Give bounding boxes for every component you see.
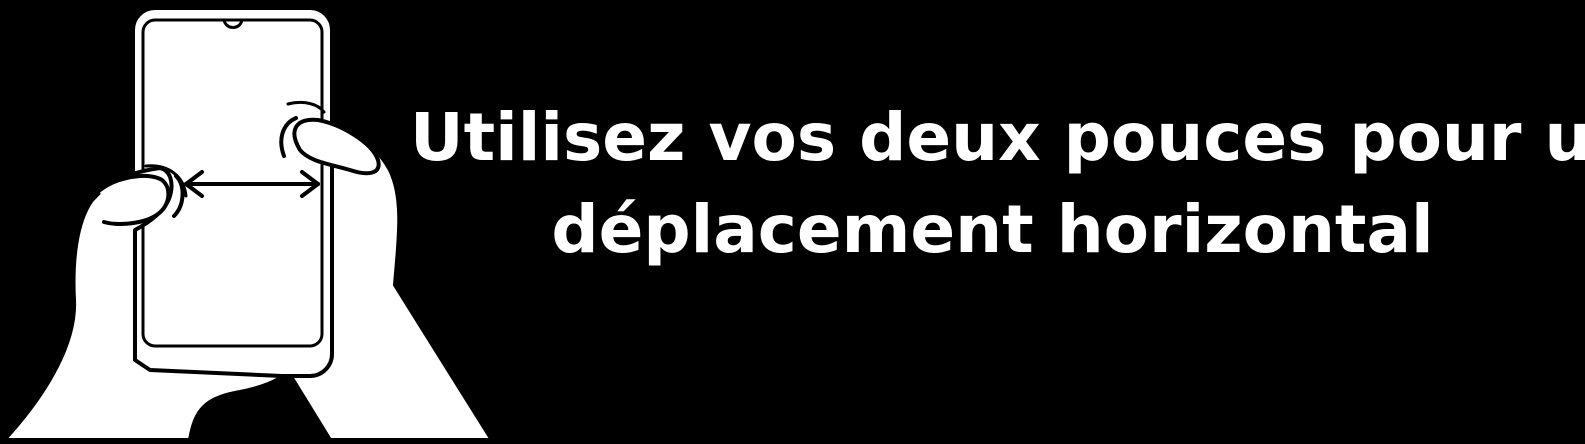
caption-line-1: Utilisez vos deux pouces pour un	[410, 99, 1585, 176]
instruction-banner: Utilisez vos deux pouces pour un déplace…	[0, 0, 1585, 444]
instruction-caption: Utilisez vos deux pouces pour un déplace…	[410, 92, 1585, 276]
caption-line-2: déplacement horizontal	[551, 191, 1434, 268]
